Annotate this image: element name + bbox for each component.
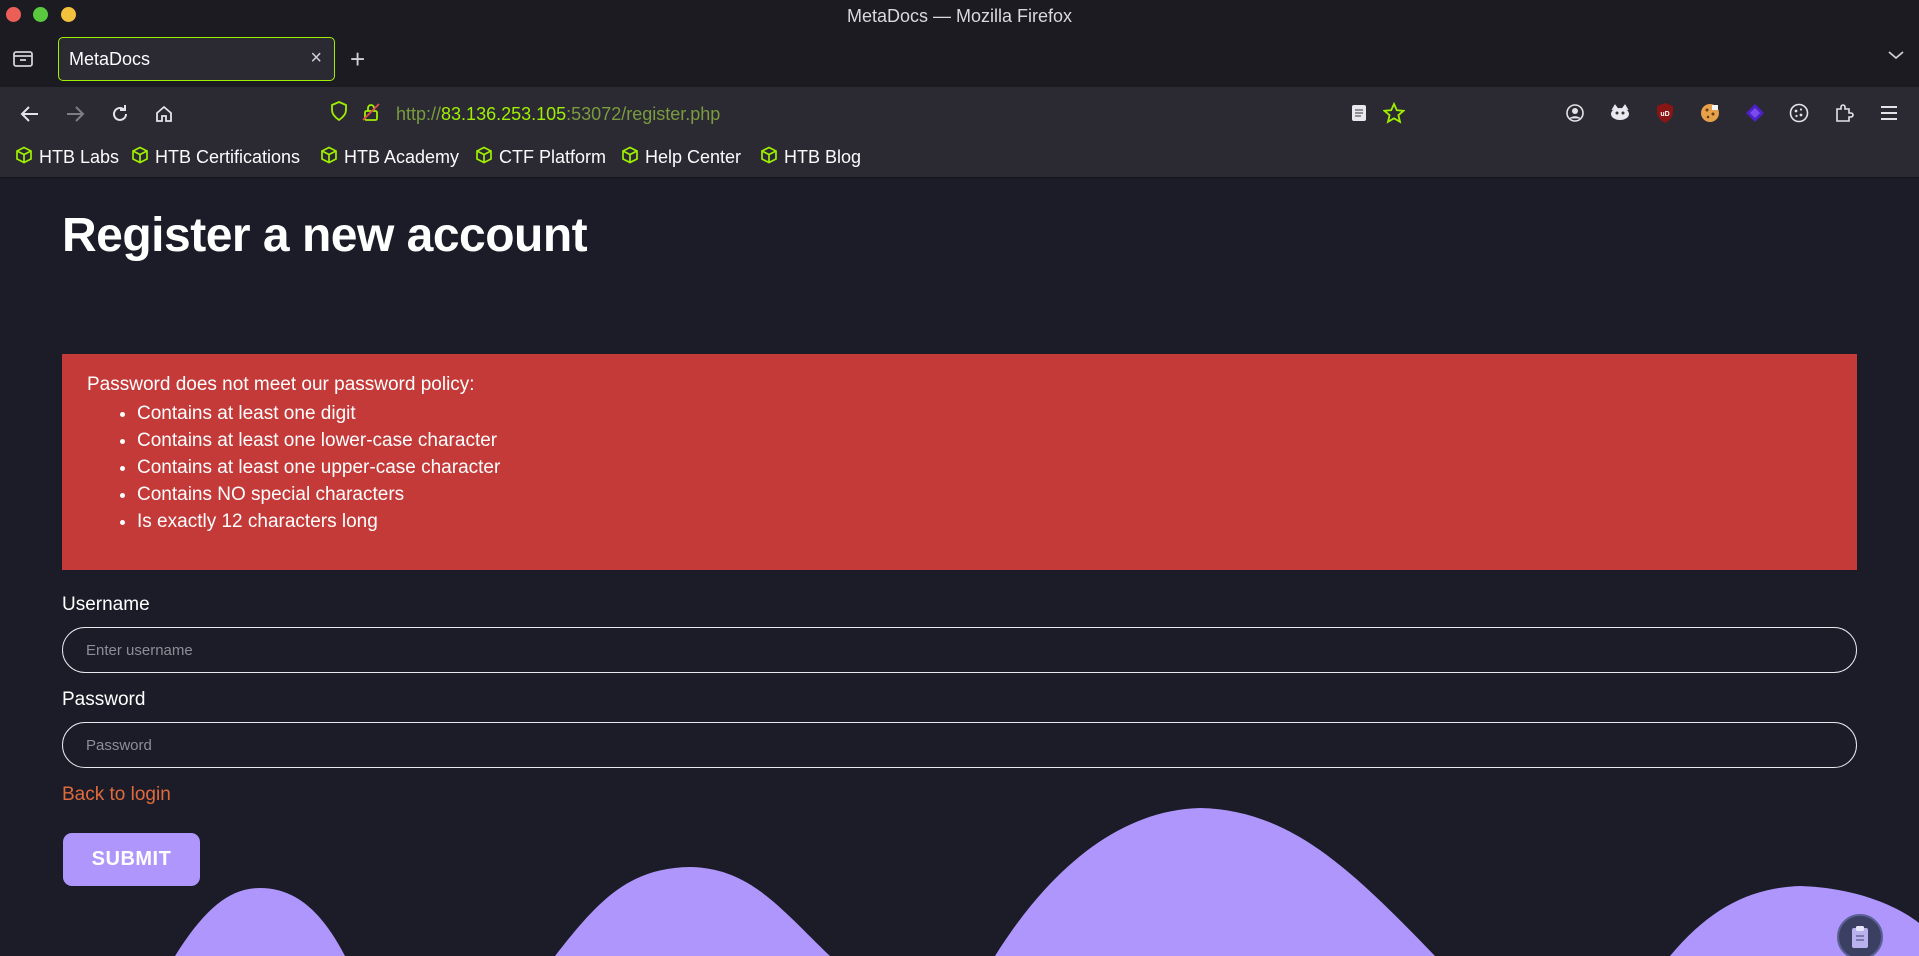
cube-icon	[760, 146, 778, 169]
cube-icon	[475, 146, 493, 169]
tab-list-icon[interactable]	[12, 48, 36, 70]
bookmark-label: HTB Academy	[344, 147, 460, 167]
bookmark-label: HTB Labs	[39, 147, 120, 167]
bookmark-htb-certifications[interactable]: HTB Certifications	[131, 146, 300, 169]
policy-rule: Is exactly 12 characters long	[137, 508, 1832, 535]
window-title: MetaDocs — Mozilla Firefox	[846, 6, 1073, 26]
bookmark-ctf-platform[interactable]: CTF Platform	[475, 146, 606, 169]
svg-text:uD: uD	[1660, 111, 1669, 118]
bookmark-label: HTB Certifications	[155, 147, 301, 167]
bookmark-htb-blog[interactable]: HTB Blog	[760, 146, 861, 169]
page-content: Register a new account Password does not…	[0, 178, 1919, 956]
ublock-icon[interactable]: uD	[1652, 100, 1678, 126]
url-bar[interactable]: http://83.136.253.105:53072/register.php	[330, 100, 720, 128]
chevron-down-icon[interactable]	[1887, 44, 1905, 67]
clipboard-icon[interactable]	[1837, 914, 1883, 956]
insecure-lock-icon[interactable]	[362, 102, 380, 127]
policy-rule: Contains at least one upper-case charact…	[137, 454, 1832, 481]
back-arrow-icon[interactable]	[16, 100, 44, 128]
extensions-puzzle-icon[interactable]	[1831, 100, 1857, 126]
reader-view-icon[interactable]	[1346, 100, 1372, 126]
extension-foxy-icon[interactable]	[1607, 100, 1633, 126]
forward-arrow-icon[interactable]	[61, 100, 89, 128]
password-label: Password	[62, 689, 146, 710]
cookie-editor-icon[interactable]	[1697, 100, 1723, 126]
bookmark-label: HTB Blog	[784, 147, 862, 167]
policy-rule: Contains at least one lower-case charact…	[137, 427, 1832, 454]
url-scheme: http://	[396, 103, 442, 124]
cube-icon	[621, 146, 639, 169]
tab-metadocs[interactable]: MetaDocs ×	[58, 37, 335, 81]
username-input[interactable]	[62, 627, 1857, 673]
url-text: http://83.136.253.105:53072/register.php	[396, 104, 720, 125]
window-titlebar: MetaDocs — Mozilla Firefox	[0, 0, 1919, 30]
username-label: Username	[62, 594, 150, 615]
page-title: Register a new account	[62, 209, 588, 262]
reload-icon[interactable]	[106, 100, 134, 128]
cube-icon	[131, 146, 149, 169]
new-tab-button[interactable]: +	[350, 44, 365, 75]
bookmark-label: CTF Platform	[499, 147, 607, 167]
submit-button[interactable]: SUBMIT	[63, 833, 200, 886]
url-host: 83.136.253.105	[441, 103, 567, 124]
wappalyzer-icon[interactable]	[1742, 100, 1768, 126]
tab-title: MetaDocs	[69, 49, 151, 69]
tab-bar: MetaDocs × +	[0, 30, 1919, 87]
tab-close-icon[interactable]: ×	[310, 47, 322, 70]
cookie-icon[interactable]	[1786, 100, 1812, 126]
navigation-toolbar: http://83.136.253.105:53072/register.php…	[0, 87, 1919, 140]
bookmark-help-center[interactable]: Help Center	[621, 146, 741, 169]
shield-icon[interactable]	[330, 101, 348, 127]
bookmark-label: Help Center	[645, 147, 742, 167]
alert-intro: Password does not meet our password poli…	[87, 374, 475, 395]
policy-rule: Contains at least one digit	[137, 400, 1832, 427]
cube-icon	[15, 146, 33, 169]
bookmarks-toolbar: HTB Labs HTB Certifications HTB Academy …	[0, 140, 1919, 178]
cube-icon	[320, 146, 338, 169]
password-policy-alert: Password does not meet our password poli…	[62, 354, 1857, 570]
password-input[interactable]	[62, 722, 1857, 768]
bookmark-htb-labs[interactable]: HTB Labs	[15, 146, 119, 169]
account-icon[interactable]	[1562, 100, 1588, 126]
decorative-waves	[175, 808, 1919, 956]
policy-rule: Contains NO special characters	[137, 481, 1832, 508]
bookmark-star-icon[interactable]	[1381, 100, 1407, 126]
menu-icon[interactable]	[1876, 100, 1902, 126]
bookmark-htb-academy[interactable]: HTB Academy	[320, 146, 459, 169]
home-icon[interactable]	[150, 100, 178, 128]
policy-rule-list: Contains at least one digit Contains at …	[87, 400, 1832, 535]
url-path: :53072/register.php	[566, 103, 721, 124]
